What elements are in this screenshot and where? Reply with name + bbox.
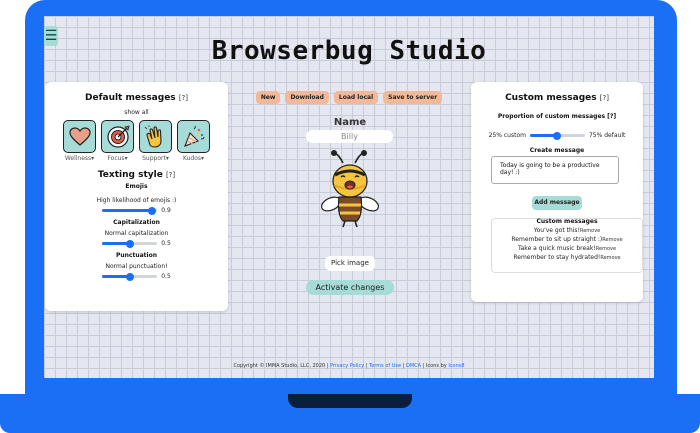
name-input[interactable]: Billy [306,130,393,143]
download-button[interactable]: Download [285,91,329,104]
party-popper-icon [177,120,210,153]
punctuation-description: Normal punctuation! [105,263,168,270]
capitalization-slider-row: 0.5 [45,239,228,248]
remove-button[interactable]: Remove [600,255,620,261]
list-item: Remember to sit up straight :)Remove [492,236,642,243]
chevron-down-icon[interactable]: ▾ [201,155,204,162]
capitalization-description: Normal capitalization [104,230,169,237]
emojis-value: 0.9 [161,207,171,214]
remove-button[interactable]: Remove [602,237,622,243]
remove-button[interactable]: Remove [596,246,616,252]
card-label-focus: Focus [107,155,125,162]
card-label-support: Support [142,155,166,162]
pick-image-button[interactable]: Pick image [325,256,375,271]
slider-thumb[interactable] [125,272,134,281]
punctuation-label: Punctuation [115,252,157,259]
capitalization-value: 0.5 [161,240,171,247]
custom-messages-list: Custom messages You've got this!Remove R… [491,218,643,273]
default-messages-panel: Default messages [?] show all Wellness▾ … [45,82,228,311]
target-icon [101,120,134,153]
proportion-slider[interactable] [529,131,585,140]
proportion-min-label: 25% custom [488,132,526,139]
show-all-link[interactable]: show all [45,109,228,116]
slider-thumb[interactable] [125,239,134,248]
list-item: Take a quick music break!Remove [492,245,642,252]
help-link[interactable]: [?] [166,171,175,179]
capitalization-slider[interactable] [102,239,158,248]
message-input[interactable]: Today is going to be a productive day! :… [491,156,619,184]
custom-messages-panel: Custom messages [?] Proportion of custom… [471,82,643,302]
footer: Copyright © IMMA Studio, LLC, 2020 | Pri… [44,363,654,369]
load-local-button[interactable]: Load local [333,91,379,104]
card-support[interactable]: Support▾ [139,120,172,162]
chevron-down-icon[interactable]: ▾ [91,155,94,162]
chevron-down-icon[interactable]: ▾ [166,155,169,162]
slider-thumb[interactable] [553,131,562,140]
add-message-button[interactable]: Add message [532,196,582,210]
proportion-title: Proportion of custom messages [?] [497,113,617,120]
privacy-policy-link[interactable]: Privacy Policy [330,363,364,369]
card-kudos[interactable]: Kudos▾ [177,120,210,162]
remove-button[interactable]: Remove [580,228,600,234]
dmca-link[interactable]: DMCA [406,363,421,369]
punctuation-value: 0.5 [161,273,171,280]
save-to-server-button[interactable]: Save to server [383,91,443,104]
slider-fill [102,209,152,212]
list-item: Remember to stay hydrated!Remove [492,254,642,261]
bee-avatar-image [319,149,381,233]
list-item-text: Remember to sit up straight :) [511,236,603,243]
list-item-text: You've got this! [533,227,580,234]
emojis-label: Emojis [125,183,148,190]
proportion-max-label: 75% default [588,132,626,139]
custom-messages-list-title: Custom messages [536,218,598,225]
create-message-label: Create message [529,147,585,154]
card-focus[interactable]: Focus▾ [101,120,134,162]
icons8-link[interactable]: Icons8 [448,363,464,369]
name-label: Name [333,117,367,128]
slider-thumb[interactable] [147,206,156,215]
clapping-hands-icon [139,120,172,153]
message-category-cards: Wellness▾ Focus▾ Support▾ Kudos▾ [45,120,228,162]
texting-style-title: Texting style [97,170,163,180]
copyright-text: Copyright © IMMA Studio, LLC, 2020 | [233,363,331,369]
laptop-notch [288,394,412,408]
proportion-slider-row: 25% custom 75% default [471,131,643,140]
card-label-wellness: Wellness [64,155,92,162]
list-item-text: Take a quick music break! [517,245,596,252]
custom-messages-title: Custom messages [505,93,597,103]
icons-by-text: | Icons by [421,363,449,369]
card-wellness[interactable]: Wellness▾ [63,120,96,162]
page-title: Browserbug Studio [211,36,487,66]
emojis-slider-row: 0.9 [45,206,228,215]
chevron-down-icon[interactable]: ▾ [125,155,128,162]
punctuation-slider-row: 0.5 [45,272,228,281]
app-screen: ☰ Browserbug Studio Default messages [?]… [44,16,654,378]
help-link[interactable]: [?] [600,94,609,102]
heart-icon [63,120,96,153]
new-button[interactable]: New [255,91,281,104]
emojis-description: High likelihood of emojis :) [96,197,177,204]
list-item: You've got this!Remove [492,227,642,234]
capitalization-label: Capitalization [113,219,160,226]
custom-messages-heading: Custom messages [?] [471,93,643,103]
punctuation-slider[interactable] [102,272,158,281]
list-item-text: Remember to stay hydrated! [513,254,601,261]
terms-of-use-link[interactable]: Terms of Use [369,363,401,369]
activate-changes-button[interactable]: Activate changes [306,280,394,295]
emojis-slider[interactable] [102,206,158,215]
card-label-kudos: Kudos [182,155,202,162]
texting-style-heading: Texting style [?] [45,170,228,180]
